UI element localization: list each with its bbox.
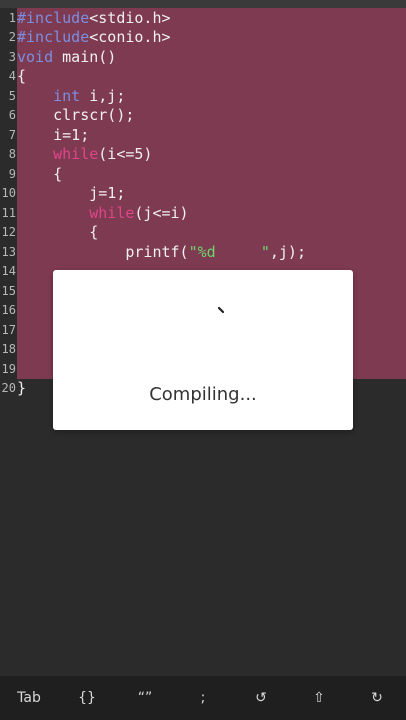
code-token: #include bbox=[17, 28, 90, 47]
code-token: void bbox=[17, 47, 54, 66]
code-text[interactable]: i=1; bbox=[17, 125, 406, 145]
code-text[interactable]: #include <stdio.h> bbox=[17, 8, 406, 28]
code-token: printf( bbox=[17, 242, 189, 261]
line-number: 12 bbox=[1, 225, 16, 240]
code-token: clrscr(); bbox=[17, 106, 135, 125]
code-line[interactable]: 1 #include <stdio.h> bbox=[0, 8, 406, 28]
compiling-message: Compiling... bbox=[149, 384, 257, 405]
line-number: 17 bbox=[1, 322, 16, 337]
line-number: 20 bbox=[1, 381, 16, 396]
code-token: i=1; bbox=[17, 125, 90, 144]
code-text[interactable]: { bbox=[17, 222, 406, 242]
code-token: <stdio.h> bbox=[89, 8, 171, 27]
line-number: 6 bbox=[8, 108, 16, 123]
code-text[interactable]: void main() bbox=[17, 47, 406, 67]
quotes-key[interactable]: “” bbox=[130, 690, 160, 706]
semicolon-key[interactable]: ; bbox=[188, 690, 218, 706]
tab-key[interactable]: Tab bbox=[14, 690, 44, 706]
status-bar bbox=[0, 0, 406, 8]
code-text[interactable]: clrscr(); bbox=[17, 105, 406, 125]
code-line[interactable]: 7 i=1; bbox=[0, 125, 406, 145]
code-token: <conio.h> bbox=[89, 28, 171, 47]
undo-key[interactable]: ↺ bbox=[246, 690, 276, 706]
code-token: "%d " bbox=[188, 242, 270, 261]
braces-key[interactable]: {} bbox=[72, 690, 102, 706]
code-token: #include bbox=[17, 8, 90, 27]
keyboard-accessory-bar: Tab {} “”; ↺ ⇧ ↻ bbox=[0, 676, 406, 720]
line-number: 16 bbox=[1, 303, 16, 318]
code-line[interactable]: 5 int i,j; bbox=[0, 86, 406, 106]
line-number: 4 bbox=[8, 69, 16, 84]
code-token: ,j); bbox=[269, 242, 306, 261]
code-text[interactable]: while (j<=i) bbox=[17, 203, 406, 223]
line-number: 3 bbox=[8, 49, 16, 64]
code-token: j=1; bbox=[17, 184, 126, 203]
line-number: 15 bbox=[1, 283, 16, 298]
code-token: { bbox=[17, 67, 27, 86]
code-line[interactable]: 6 clrscr(); bbox=[0, 105, 406, 125]
line-number: 9 bbox=[8, 166, 16, 181]
line-number: 14 bbox=[1, 264, 16, 279]
code-token: } bbox=[17, 379, 27, 398]
code-token: i,j; bbox=[80, 86, 126, 105]
line-number: 7 bbox=[8, 127, 16, 142]
line-number: 19 bbox=[1, 361, 16, 376]
code-line[interactable]: 9 { bbox=[0, 164, 406, 184]
line-number: 2 bbox=[8, 30, 16, 45]
line-number: 5 bbox=[8, 88, 16, 103]
code-token: { bbox=[17, 164, 63, 183]
compiling-dialog bbox=[53, 270, 353, 430]
code-line[interactable]: 8 while (i<=5) bbox=[0, 144, 406, 164]
code-text[interactable]: #include <conio.h> bbox=[17, 27, 406, 47]
code-line[interactable]: 10 j=1; bbox=[0, 183, 406, 203]
code-token: while bbox=[53, 145, 99, 164]
code-text[interactable]: int i,j; bbox=[17, 86, 406, 106]
code-token: while bbox=[89, 203, 135, 222]
code-line[interactable]: 12 { bbox=[0, 222, 406, 242]
code-text[interactable]: j=1; bbox=[17, 183, 406, 203]
code-text[interactable]: { bbox=[17, 66, 406, 86]
redo-key[interactable]: ↻ bbox=[362, 690, 392, 706]
loading-spinner-icon bbox=[218, 306, 225, 314]
code-line[interactable]: 11 while (j<=i) bbox=[0, 203, 406, 223]
code-token: main() bbox=[53, 47, 117, 66]
code-text[interactable]: { bbox=[17, 164, 406, 184]
code-token: (j<=i) bbox=[134, 203, 189, 222]
code-line[interactable]: 3 void main() bbox=[0, 47, 406, 67]
line-number: 8 bbox=[8, 147, 16, 162]
code-line[interactable]: 2 #include <conio.h> bbox=[0, 27, 406, 47]
code-line[interactable]: 13 printf("%d " ,j); bbox=[0, 242, 406, 262]
line-number: 18 bbox=[1, 342, 16, 357]
code-text[interactable]: printf("%d " ,j); bbox=[17, 242, 406, 262]
shift-key[interactable]: ⇧ bbox=[304, 690, 334, 706]
line-number: 11 bbox=[1, 205, 16, 220]
code-token: int bbox=[53, 86, 81, 105]
line-number: 10 bbox=[1, 186, 16, 201]
code-text[interactable]: while (i<=5) bbox=[17, 144, 406, 164]
code-token: { bbox=[17, 223, 99, 242]
line-number: 13 bbox=[1, 244, 16, 259]
code-line[interactable]: 4{ bbox=[0, 66, 406, 86]
line-number: 1 bbox=[8, 10, 16, 25]
code-token: (i<=5) bbox=[98, 145, 153, 164]
